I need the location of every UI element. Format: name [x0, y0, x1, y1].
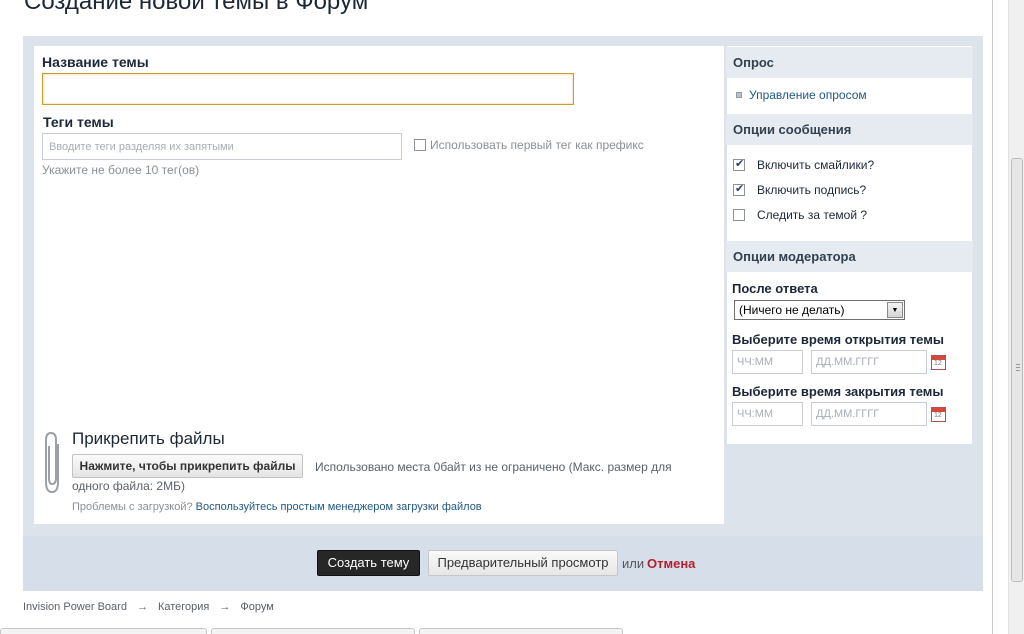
bullet-icon [736, 92, 742, 98]
emoticons-checkbox[interactable] [733, 157, 745, 171]
breadcrumb-separator: → [136, 601, 148, 613]
breadcrumb: Invision Power Board → Категория → Форум [23, 601, 274, 613]
bottom-tabs-strip [0, 628, 1008, 634]
moderator-options-header: Опции модератора [726, 241, 973, 272]
prefix-label: Использовать первый тег как префикс [430, 138, 644, 152]
breadcrumb-separator: → [219, 601, 231, 613]
option-emoticons[interactable]: Включить смайлики? [733, 157, 875, 172]
create-topic-button[interactable]: Создать тему [317, 550, 420, 576]
calendar-icon[interactable]: 12 [931, 407, 946, 422]
manage-poll-label: Управление опросом [749, 88, 867, 102]
close-date-input[interactable]: ДД.ММ.ГГГГ [811, 402, 927, 426]
signature-checkbox[interactable] [733, 182, 745, 196]
or-text: или [622, 556, 645, 571]
bottom-tab[interactable] [419, 628, 623, 634]
option-emoticons-label: Включить смайлики? [757, 158, 875, 172]
open-date-input[interactable]: ДД.ММ.ГГГГ [811, 350, 927, 374]
chevron-down-icon[interactable]: ▼ [887, 302, 903, 318]
attachments-section: Прикрепить файлы Использовано места 0бай… [42, 428, 712, 518]
open-time-label: Выберите время открытия темы [732, 332, 944, 347]
calendar-icon-text: 12 [934, 412, 942, 419]
breadcrumb-board[interactable]: Invision Power Board [23, 601, 127, 613]
scrollbar-thumb[interactable] [1011, 158, 1023, 582]
close-time-label: Выберите время закрытия темы [732, 384, 944, 399]
poll-header: Опрос [726, 47, 973, 78]
attachments-title: Прикрепить файлы [72, 429, 225, 448]
follow-checkbox[interactable] [733, 209, 745, 221]
grip-line [1016, 367, 1020, 368]
grip-line [1016, 370, 1020, 371]
breadcrumb-category[interactable]: Категория [158, 601, 209, 613]
page-right-border [992, 0, 993, 634]
after-reply-select[interactable]: (Ничего не делать) ▼ [734, 300, 905, 320]
page-title: Создание новой темы в Форум [24, 0, 369, 15]
option-follow[interactable]: Следить за темой ? [733, 208, 867, 222]
prefix-checkbox[interactable] [414, 139, 426, 151]
attachments-problem-text: Проблемы с загрузкой? [72, 501, 193, 513]
bottom-tab[interactable] [211, 628, 415, 634]
page: Создание новой темы в Форум Название тем… [0, 0, 1008, 634]
tags-hint: Укажите не более 10 тег(ов) [42, 163, 200, 177]
preview-button[interactable]: Предварительный просмотр [428, 550, 618, 576]
cancel-link[interactable]: Отмена [647, 556, 695, 571]
manage-poll-link[interactable]: Управление опросом [736, 88, 867, 102]
after-reply-label: После ответа [732, 281, 818, 296]
calendar-icon[interactable]: 12 [931, 355, 946, 370]
open-time-input[interactable]: ЧЧ:ММ [732, 350, 803, 374]
bottom-tab[interactable] [0, 628, 207, 634]
prefix-option[interactable]: Использовать первый тег как префикс [414, 138, 644, 152]
vertical-scrollbar[interactable] [1008, 0, 1024, 634]
attach-files-button[interactable]: Нажмите, чтобы прикрепить файлы [72, 454, 303, 478]
topic-tags-input[interactable]: Вводите теги разделяя их запятыми [42, 133, 402, 160]
paperclip-icon [45, 431, 59, 494]
topic-title-label: Название темы [42, 54, 149, 70]
breadcrumb-forum[interactable]: Форум [240, 601, 273, 613]
basic-uploader-link[interactable]: Воспользуйтесь простым менеджером загруз… [196, 501, 482, 513]
close-time-input[interactable]: ЧЧ:ММ [732, 402, 803, 426]
topic-title-input[interactable] [42, 73, 574, 105]
option-follow-label: Следить за темой ? [757, 208, 868, 222]
attachments-problem: Проблемы с загрузкой? Воспользуйтесь про… [72, 501, 482, 513]
grip-line [1016, 364, 1020, 365]
option-signature-label: Включить подпись? [757, 183, 867, 197]
calendar-icon-text: 12 [934, 360, 942, 367]
after-reply-value: (Ничего не делать) [739, 303, 845, 317]
post-options-header: Опции сообщения [726, 114, 973, 145]
option-signature[interactable]: Включить подпись? [733, 182, 867, 197]
topic-tags-label: Теги темы [43, 114, 114, 130]
